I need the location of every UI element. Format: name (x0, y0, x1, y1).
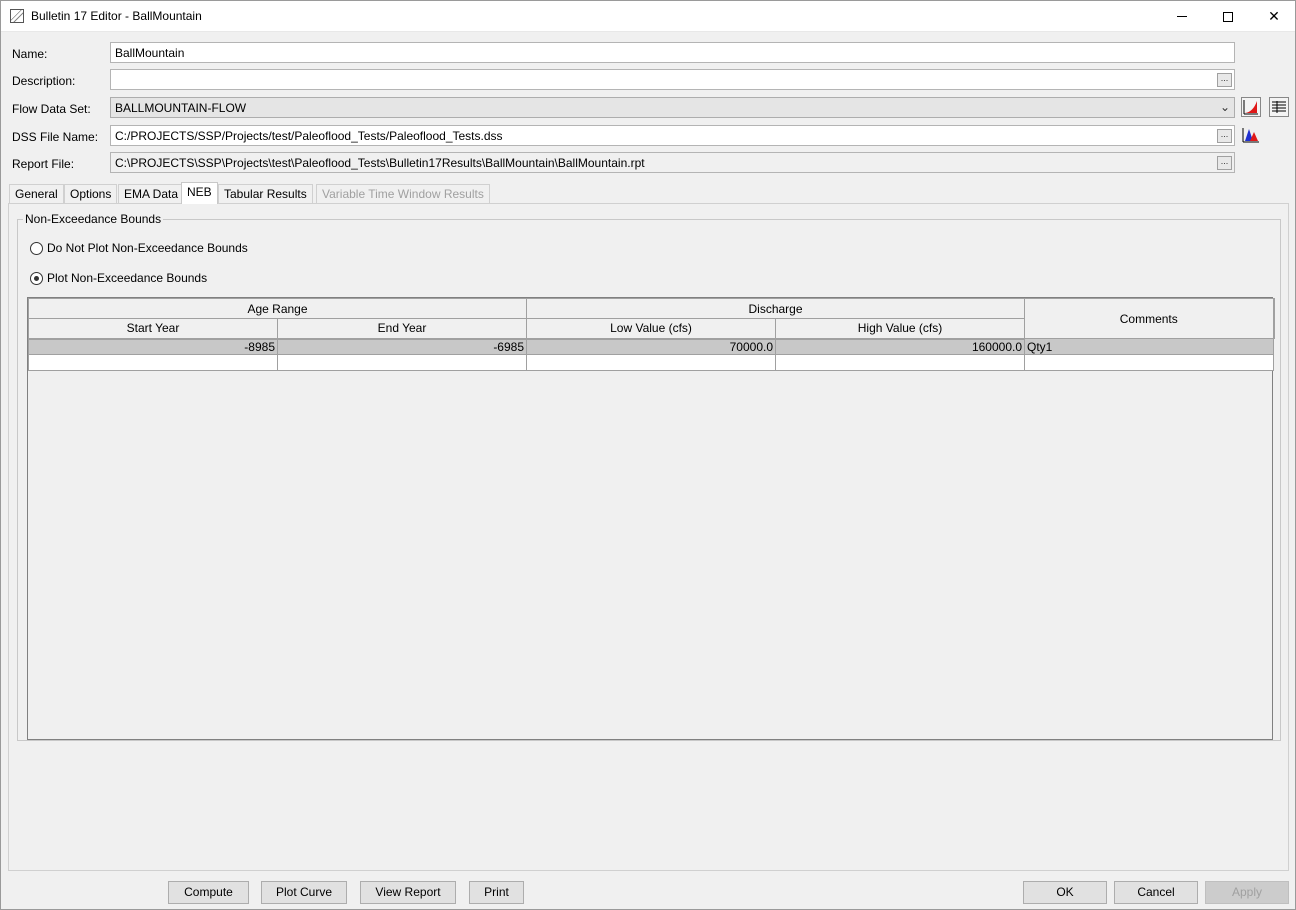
compute-button[interactable]: Compute (168, 881, 249, 904)
title-bar: Bulletin 17 Editor - BallMountain ✕ (1, 1, 1295, 32)
dss-file-name-input[interactable]: C:/PROJECTS/SSP/Projects/test/Paleoflood… (110, 125, 1235, 146)
low-value-cell[interactable] (526, 354, 777, 371)
plot-curve-button[interactable]: Plot Curve (261, 881, 347, 904)
tab-variable-time-window-results[interactable]: Variable Time Window Results (316, 184, 490, 204)
tab-tabular-results[interactable]: Tabular Results (218, 184, 313, 204)
high-value-cell[interactable]: 160000.0 (775, 338, 1026, 355)
close-icon: ✕ (1268, 8, 1280, 24)
comments-cell[interactable]: Qty1 (1024, 338, 1275, 355)
print-button[interactable]: Print (469, 881, 524, 904)
comments-header[interactable]: Comments (1024, 298, 1275, 339)
high-value-header[interactable]: High Value (cfs) (775, 318, 1026, 340)
radio-do-not-plot[interactable]: Do Not Plot Non-Exceedance Bounds (30, 241, 248, 255)
dss-plot-icon[interactable] (1241, 125, 1261, 145)
chevron-down-icon: ⌄ (1219, 100, 1230, 114)
table-icon[interactable] (1269, 97, 1289, 117)
discharge-header: Discharge (526, 298, 1026, 319)
tab-ema-data[interactable]: EMA Data (118, 184, 185, 204)
neb-table[interactable]: Age Range Discharge Comments Start Year … (27, 297, 1275, 740)
cancel-button[interactable]: Cancel (1114, 881, 1198, 904)
window-title: Bulletin 17 Editor - BallMountain (31, 9, 202, 23)
age-range-header: Age Range (27, 298, 528, 319)
maximize-button[interactable] (1205, 1, 1251, 32)
neb-tab-panel: Non-Exceedance Bounds Do Not Plot Non-Ex… (8, 203, 1289, 871)
bulletin17-app-icon (10, 9, 24, 23)
flow-data-set-label: Flow Data Set: (12, 102, 91, 116)
end-year-cell[interactable]: -6985 (276, 338, 528, 355)
start-year-cell[interactable]: -8985 (28, 338, 278, 355)
bulletin17-editor-window: Bulletin 17 Editor - BallMountain ✕ Name… (0, 0, 1296, 910)
radio-plot-label: Plot Non-Exceedance Bounds (47, 271, 208, 285)
start-year-cell[interactable] (28, 354, 278, 371)
maximize-icon (1223, 11, 1233, 22)
tab-options[interactable]: Options (64, 184, 118, 204)
radio-button-unchecked[interactable] (30, 241, 43, 255)
view-report-button[interactable]: View Report (360, 881, 456, 904)
minimize-button[interactable] (1159, 1, 1205, 32)
radio-do-not-plot-label: Do Not Plot Non-Exceedance Bounds (47, 241, 248, 255)
report-file-input[interactable]: C:\PROJECTS\SSP\Projects\test\Paleoflood… (110, 152, 1235, 173)
report-browse-button[interactable]: ... (1217, 156, 1232, 170)
dss-file-name-label: DSS File Name: (12, 130, 99, 144)
name-input[interactable]: BallMountain (110, 42, 1235, 63)
start-year-header[interactable]: Start Year (28, 318, 278, 340)
table-row[interactable] (28, 354, 1275, 371)
apply-button[interactable]: Apply (1205, 881, 1289, 904)
plot-chart-icon[interactable] (1241, 97, 1261, 117)
dss-browse-button[interactable]: ... (1217, 129, 1232, 143)
end-year-cell[interactable] (276, 354, 528, 371)
radio-plot[interactable]: Plot Non-Exceedance Bounds (30, 271, 207, 285)
table-row[interactable]: -8985 -6985 70000.0 160000.0 Qty1 (28, 338, 1275, 355)
description-browse-button[interactable]: ... (1217, 73, 1232, 87)
low-value-header[interactable]: Low Value (cfs) (526, 318, 777, 340)
comments-cell[interactable] (1024, 354, 1275, 371)
description-input[interactable] (110, 69, 1235, 90)
ok-button[interactable]: OK (1023, 881, 1107, 904)
flow-data-set-value: BALLMOUNTAIN-FLOW (115, 101, 247, 115)
end-year-header[interactable]: End Year (276, 318, 528, 340)
tab-general[interactable]: General (9, 184, 64, 204)
minimize-icon (1177, 16, 1187, 17)
low-value-cell[interactable]: 70000.0 (526, 338, 777, 355)
report-file-label: Report File: (12, 157, 75, 171)
tab-neb[interactable]: NEB (181, 182, 218, 204)
flow-data-set-select[interactable]: BALLMOUNTAIN-FLOW ⌄ (110, 97, 1235, 118)
close-button[interactable]: ✕ (1251, 1, 1296, 32)
description-label: Description: (12, 74, 76, 88)
group-title: Non-Exceedance Bounds (23, 212, 164, 226)
radio-button-checked[interactable] (30, 271, 43, 285)
name-label: Name: (12, 47, 48, 61)
non-exceedance-bounds-group: Non-Exceedance Bounds Do Not Plot Non-Ex… (17, 212, 1281, 741)
high-value-cell[interactable] (775, 354, 1026, 371)
